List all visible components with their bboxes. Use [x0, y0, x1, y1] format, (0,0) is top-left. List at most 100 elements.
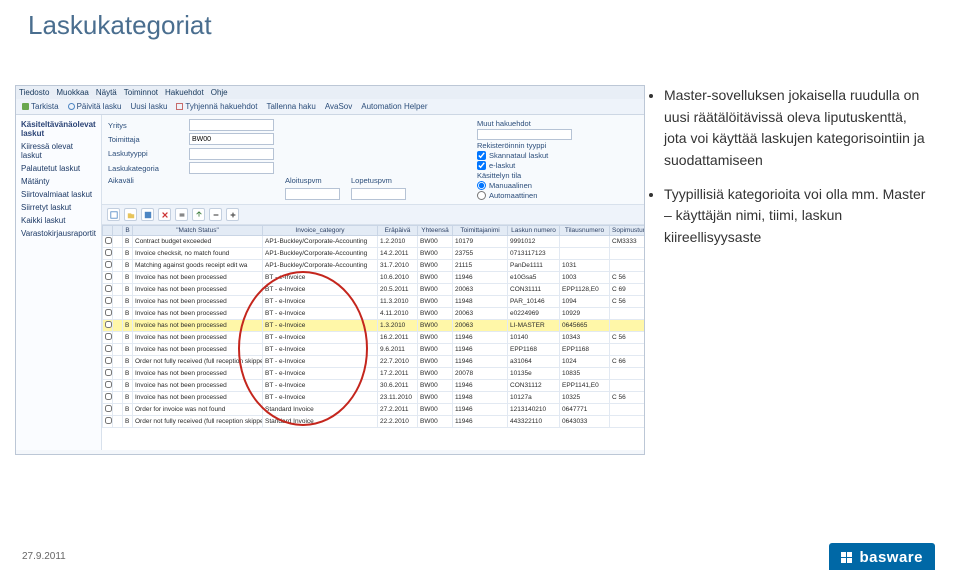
- nav-item[interactable]: Siirretyt laskut: [16, 201, 101, 214]
- slide-title: Laskukategoriat: [28, 10, 212, 41]
- menu-item[interactable]: Ohje: [211, 88, 228, 97]
- gt-new-icon[interactable]: [107, 208, 120, 221]
- table-row[interactable]: BInvoice has not been processedBT - e-In…: [103, 332, 646, 344]
- column-header[interactable]: [103, 226, 113, 236]
- left-nav: Käsiteltävänäolevat laskut Kiiressä olev…: [16, 115, 102, 450]
- menu-item[interactable]: Tiedosto: [19, 88, 49, 97]
- bullet-item: Tyypillisiä kategorioita voi olla mm. Ma…: [664, 184, 930, 249]
- toimittaja-input[interactable]: [189, 133, 274, 145]
- footer-date: 27.9.2011: [22, 551, 66, 562]
- tyhjenna-button[interactable]: Tyhjennä hakuehdot: [176, 102, 257, 111]
- row-checkbox[interactable]: [105, 321, 112, 328]
- row-checkbox[interactable]: [105, 237, 112, 244]
- row-checkbox[interactable]: [105, 273, 112, 280]
- nav-item[interactable]: Siirtovalmiaat laskut: [16, 188, 101, 201]
- data-table-wrap[interactable]: B"Match Status"Invoice_categoryEräpäiväY…: [102, 225, 645, 450]
- gt-delete-icon[interactable]: [158, 208, 171, 221]
- column-header[interactable]: Sopimustum: [610, 226, 646, 236]
- column-header[interactable]: [113, 226, 123, 236]
- table-row[interactable]: BInvoice has not been processedBT - e-In…: [103, 368, 646, 380]
- toimittaja-label: Toimittaja: [108, 135, 183, 144]
- row-checkbox[interactable]: [105, 381, 112, 388]
- gt-save-icon[interactable]: [141, 208, 154, 221]
- row-checkbox[interactable]: [105, 369, 112, 376]
- table-row[interactable]: BOrder for invoice was not foundStandard…: [103, 404, 646, 416]
- row-checkbox[interactable]: [105, 261, 112, 268]
- automaattinen-radio[interactable]: [477, 191, 486, 200]
- tarkista-button[interactable]: Tarkista: [22, 102, 59, 111]
- avasov-button[interactable]: AvaSov: [325, 102, 352, 111]
- gt-open-icon[interactable]: [124, 208, 137, 221]
- bullet-item: Master-sovelluksen jokaisella ruudulla o…: [664, 85, 930, 172]
- table-row[interactable]: BInvoice has not been processedBT - e-In…: [103, 308, 646, 320]
- column-header[interactable]: Laskun numero: [508, 226, 560, 236]
- row-checkbox[interactable]: [105, 405, 112, 412]
- gt-collapse-icon[interactable]: [209, 208, 222, 221]
- table-row[interactable]: BOrder not fully received (full receptio…: [103, 356, 646, 368]
- elaskut-checkbox[interactable]: [477, 161, 486, 170]
- column-header[interactable]: B: [123, 226, 133, 236]
- gt-export-icon[interactable]: [192, 208, 205, 221]
- tarkista-icon: [22, 103, 29, 110]
- laskutyyppi-input[interactable]: [189, 148, 274, 160]
- slide-bullet-list: Master-sovelluksen jokaisella ruudulla o…: [650, 85, 930, 261]
- row-checkbox[interactable]: [105, 285, 112, 292]
- aikavali-label: Aikaväli: [108, 176, 183, 185]
- row-checkbox[interactable]: [105, 345, 112, 352]
- column-header[interactable]: Toimittajanimi: [453, 226, 508, 236]
- row-checkbox[interactable]: [105, 393, 112, 400]
- menu-item[interactable]: Hakuehdot: [165, 88, 204, 97]
- column-header[interactable]: Tilausnumero: [560, 226, 610, 236]
- column-header[interactable]: Yhteensä: [418, 226, 453, 236]
- menu-item[interactable]: Muokkaa: [56, 88, 88, 97]
- menu-item[interactable]: Toiminnot: [124, 88, 158, 97]
- clear-icon: [176, 103, 183, 110]
- table-row[interactable]: BInvoice checksit, no match foundAP1-Buc…: [103, 248, 646, 260]
- nav-item[interactable]: Kiiressä olevat laskut: [16, 140, 101, 162]
- menu-item[interactable]: Näytä: [96, 88, 117, 97]
- laskukategoria-input[interactable]: [189, 162, 274, 174]
- row-checkbox[interactable]: [105, 249, 112, 256]
- table-row[interactable]: BInvoice has not been processedBT - e-In…: [103, 272, 646, 284]
- column-header[interactable]: Eräpäivä: [378, 226, 418, 236]
- column-header[interactable]: Invoice_category: [263, 226, 378, 236]
- row-checkbox[interactable]: [105, 309, 112, 316]
- yritys-input[interactable]: [189, 119, 274, 131]
- lopetuspvm-label: Lopetuspvm: [351, 176, 441, 185]
- table-row[interactable]: BInvoice has not been processedBT - e-In…: [103, 296, 646, 308]
- nav-item[interactable]: Kaikki laskut: [16, 214, 101, 227]
- muut-input[interactable]: [477, 129, 572, 140]
- logo-squares-icon: [841, 552, 852, 563]
- paivita-lasku-button[interactable]: Päivitä lasku: [68, 102, 122, 111]
- uusi-lasku-button[interactable]: Uusi lasku: [130, 102, 167, 111]
- tallenna-haku-button[interactable]: Tallenna haku: [266, 102, 315, 111]
- row-checkbox[interactable]: [105, 333, 112, 340]
- table-row[interactable]: BInvoice has not been processedBT - e-In…: [103, 284, 646, 296]
- column-header[interactable]: "Match Status": [133, 226, 263, 236]
- table-row[interactable]: BInvoice has not been processedBT - e-In…: [103, 344, 646, 356]
- automation-helper-button[interactable]: Automation Helper: [361, 102, 427, 111]
- table-row[interactable]: BInvoice has not been processedBT - e-In…: [103, 380, 646, 392]
- table-row[interactable]: BMatching against goods receipt edit waA…: [103, 260, 646, 272]
- gt-print-icon[interactable]: [175, 208, 188, 221]
- row-checkbox[interactable]: [105, 357, 112, 364]
- nav-item[interactable]: Palautetut laskut: [16, 162, 101, 175]
- lopetuspvm-input[interactable]: [351, 188, 406, 200]
- nav-item[interactable]: Varastokirjausraportit: [16, 227, 101, 240]
- table-row[interactable]: BInvoice has not been processedBT - e-In…: [103, 392, 646, 404]
- table-row[interactable]: BContract budget exceededAP1-Buckley/Cor…: [103, 236, 646, 248]
- nav-item[interactable]: Mätänty: [16, 175, 101, 188]
- row-checkbox[interactable]: [105, 297, 112, 304]
- app-screenshot: Tiedosto Muokkaa Näytä Toiminnot Hakuehd…: [15, 85, 645, 455]
- gt-expand-icon[interactable]: [226, 208, 239, 221]
- brand-logo: basware: [829, 543, 935, 570]
- table-row[interactable]: BOrder not fully received (full receptio…: [103, 416, 646, 428]
- row-checkbox[interactable]: [105, 417, 112, 424]
- skannataul-checkbox[interactable]: [477, 151, 486, 160]
- table-row[interactable]: BInvoice has not been processedBT - e-In…: [103, 320, 646, 332]
- state-label: Käsittelyn tila: [477, 171, 645, 180]
- laskukategoria-label: Laskukategoria: [108, 164, 183, 173]
- aloituspvm-label: Aloituspvm: [285, 176, 345, 185]
- aloituspvm-input[interactable]: [285, 188, 340, 200]
- manuaalinen-radio[interactable]: [477, 181, 486, 190]
